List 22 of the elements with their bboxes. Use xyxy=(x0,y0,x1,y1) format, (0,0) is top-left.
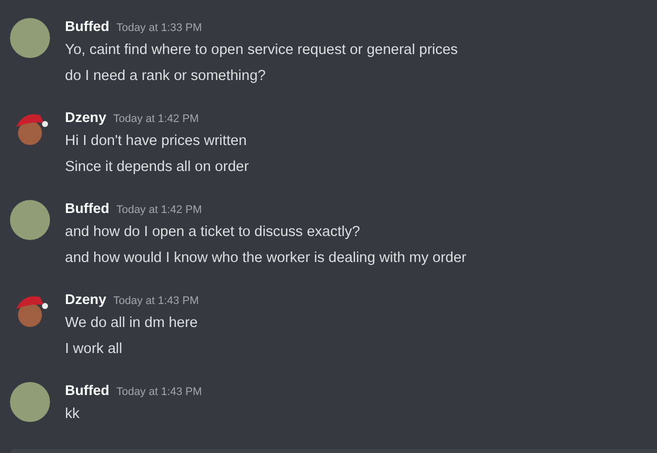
username[interactable]: Buffed xyxy=(65,200,110,217)
username[interactable]: Dzeny xyxy=(65,109,106,126)
message-text: I work all xyxy=(65,340,124,358)
message-text: and how would I know who the worker is dealing with my order xyxy=(65,248,466,268)
timestamp: Today at 1:43 PM xyxy=(113,294,199,309)
avatar-photo xyxy=(10,382,50,422)
timestamp: Today at 1:42 PM xyxy=(116,203,202,218)
message-text: kk xyxy=(65,404,80,424)
username[interactable]: Buffed xyxy=(65,382,110,399)
username[interactable]: Dzeny xyxy=(65,291,106,308)
username[interactable]: Buffed xyxy=(65,18,110,35)
message-text: We do all in dm here xyxy=(65,314,199,332)
message-text: Hi I don't have prices written xyxy=(65,132,248,150)
avatar-photo xyxy=(10,200,50,240)
timestamp: Today at 1:42 PM xyxy=(113,112,199,127)
message-text: do I need a rank or something? xyxy=(65,66,267,86)
message-text: Since it depends all on order xyxy=(65,158,249,176)
message-text: Yo, caint find where to open service request or general prices xyxy=(65,40,458,60)
message-text: and how do I open a ticket to discuss exactly? xyxy=(65,222,362,242)
timestamp: Today at 1:33 PM xyxy=(116,21,202,36)
timestamp: Today at 1:43 PM xyxy=(116,385,202,400)
avatar-photo xyxy=(10,18,50,58)
